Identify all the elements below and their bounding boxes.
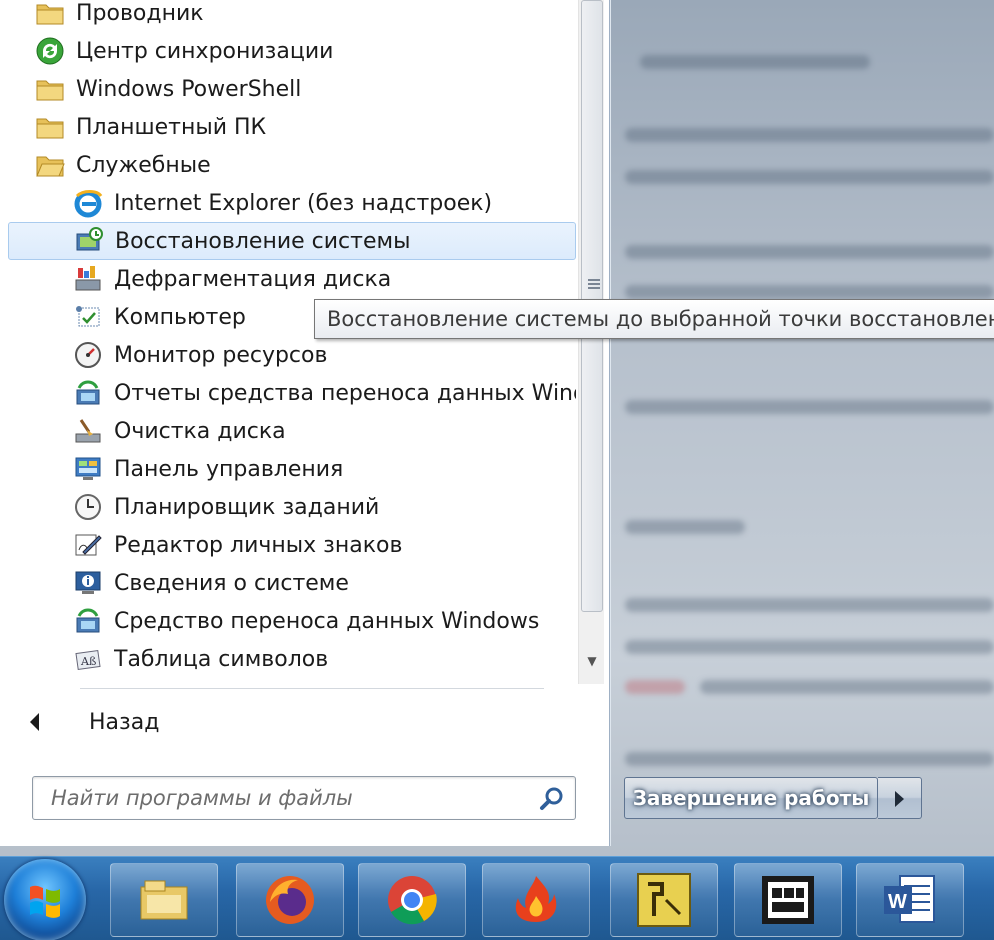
- list-item-system-restore[interactable]: Восстановление системы: [8, 222, 576, 260]
- list-item-label: Windows PowerShell: [76, 76, 302, 102]
- system-restore-icon: [73, 225, 105, 257]
- shutdown-button[interactable]: Завершение работы: [624, 777, 878, 819]
- list-item-system-tools[interactable]: Служебные: [8, 146, 576, 184]
- list-item-character-map[interactable]: Aß Таблица символов: [8, 640, 576, 678]
- list-item-label: Планшетный ПК: [76, 114, 267, 140]
- back-button[interactable]: Назад: [20, 702, 320, 742]
- svg-text:W: W: [888, 891, 907, 913]
- list-item-resource-monitor[interactable]: Монитор ресурсов: [8, 336, 576, 374]
- yellow-app-taskbar-button[interactable]: [610, 863, 718, 937]
- all-programs-list: Проводник Центр синхронизации Windows Po…: [8, 0, 576, 684]
- separator: [80, 688, 544, 689]
- taskbar: W: [0, 856, 994, 940]
- list-item-label: Дефрагментация диска: [114, 266, 392, 292]
- folder-icon: [34, 111, 66, 143]
- internet-explorer-icon: [72, 187, 104, 219]
- video-taskbar-button[interactable]: [734, 863, 842, 937]
- list-item-defragment[interactable]: Дефрагментация диска: [8, 260, 576, 298]
- chrome-icon: [388, 876, 437, 925]
- folder-open-icon: [34, 149, 66, 181]
- list-item-sync-center[interactable]: Центр синхронизации: [8, 32, 576, 70]
- character-editor-icon: [72, 529, 104, 561]
- scrollbar-grip-icon: [588, 279, 600, 291]
- word-icon: W: [884, 875, 935, 923]
- list-item-disk-cleanup[interactable]: Очистка диска: [8, 412, 576, 450]
- list-item-label: Компьютер: [114, 304, 246, 330]
- list-item-powershell[interactable]: Windows PowerShell: [8, 70, 576, 108]
- folder-icon: [34, 73, 66, 105]
- list-item-label: Проводник: [76, 0, 204, 26]
- search-placeholder: Найти программы и файлы: [51, 786, 353, 810]
- easy-transfer-icon: [72, 605, 104, 637]
- list-item-label: Восстановление системы: [115, 228, 411, 254]
- list-item-internet-explorer[interactable]: Internet Explorer (без надстроек): [8, 184, 576, 222]
- programs-scrollbar[interactable]: ▼: [578, 0, 604, 684]
- list-item-tablet-pc[interactable]: Планшетный ПК: [8, 108, 576, 146]
- burning-app-taskbar-button[interactable]: [482, 863, 590, 937]
- character-map-icon: Aß: [72, 643, 104, 675]
- tooltip: Восстановление системы до выбранной точк…: [314, 299, 994, 339]
- search-icon[interactable]: [539, 786, 565, 812]
- back-arrow-icon: [30, 713, 39, 731]
- explorer-icon: [140, 880, 188, 920]
- explorer-taskbar-button[interactable]: [110, 863, 218, 937]
- folder-icon: [34, 0, 66, 29]
- scroll-down-arrow-icon[interactable]: ▼: [581, 650, 603, 672]
- list-item-label: Сведения о системе: [114, 570, 349, 596]
- sync-center-icon: [34, 35, 66, 67]
- list-item-label: Средство переноса данных Windows: [114, 608, 540, 634]
- start-menu: Проводник Центр синхронизации Windows Po…: [0, 0, 610, 846]
- film-icon: [762, 876, 814, 924]
- defragment-icon: [72, 263, 104, 295]
- flame-icon: [515, 876, 557, 922]
- list-item-label: Редактор личных знаков: [114, 532, 403, 558]
- list-item-easy-transfer[interactable]: Средство переноса данных Windows: [8, 602, 576, 640]
- search-input[interactable]: Найти программы и файлы: [32, 776, 576, 820]
- list-item-label: Планировщик заданий: [114, 494, 380, 520]
- list-item-system-info[interactable]: Сведения о системе: [8, 564, 576, 602]
- transfer-reports-icon: [72, 377, 104, 409]
- chrome-taskbar-button[interactable]: [358, 863, 466, 937]
- windows-logo-icon: [30, 885, 60, 918]
- list-item-label: Таблица символов: [114, 646, 329, 672]
- svg-text:Aß: Aß: [80, 655, 96, 668]
- back-label: Назад: [89, 709, 160, 735]
- task-scheduler-icon: [72, 491, 104, 523]
- tooltip-text: Восстановление системы до выбранной точк…: [327, 307, 994, 331]
- list-item-label: Центр синхронизации: [76, 38, 334, 64]
- firefox-icon: [266, 876, 314, 924]
- shutdown-options-button[interactable]: [878, 777, 922, 819]
- system-info-icon: [72, 567, 104, 599]
- list-item-label: Служебные: [76, 152, 211, 178]
- disk-cleanup-icon: [72, 415, 104, 447]
- resource-monitor-icon: [72, 339, 104, 371]
- list-item-label: Отчеты средства переноса данных Windows: [114, 380, 576, 406]
- app-icon: [637, 873, 691, 927]
- list-item-label: Очистка диска: [114, 418, 286, 444]
- list-item-label: Internet Explorer (без надстроек): [114, 190, 493, 216]
- word-taskbar-button[interactable]: W: [856, 863, 964, 937]
- chevron-right-icon: [895, 791, 904, 807]
- list-item-label: Панель управления: [114, 456, 344, 482]
- list-item-task-scheduler[interactable]: Планировщик заданий: [8, 488, 576, 526]
- list-item-label: Монитор ресурсов: [114, 342, 328, 368]
- list-item-control-panel[interactable]: Панель управления: [8, 450, 576, 488]
- shutdown-label: Завершение работы: [632, 786, 870, 810]
- list-item-character-editor[interactable]: Редактор личных знаков: [8, 526, 576, 564]
- firefox-taskbar-button[interactable]: [236, 863, 344, 937]
- computer-icon: [72, 301, 104, 333]
- list-item-transfer-reports[interactable]: Отчеты средства переноса данных Windows: [8, 374, 576, 412]
- start-button[interactable]: [4, 859, 86, 940]
- list-item-explorer[interactable]: Проводник: [8, 0, 576, 32]
- control-panel-icon: [72, 453, 104, 485]
